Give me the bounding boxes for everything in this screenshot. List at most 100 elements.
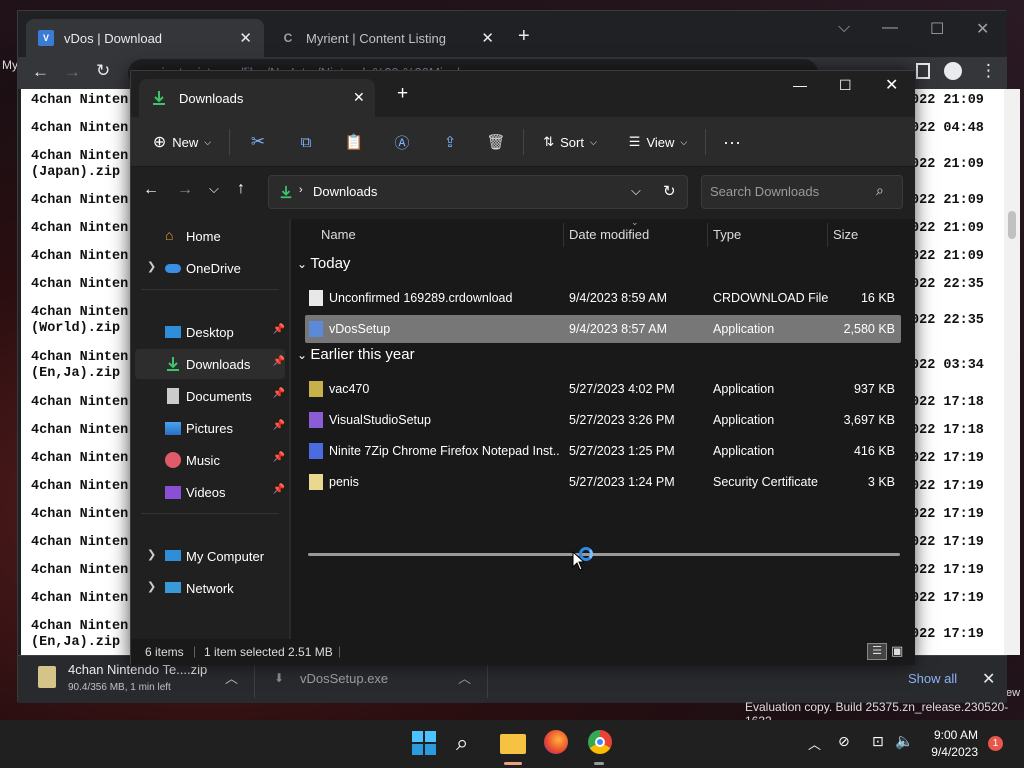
maximize-icon[interactable]: ☐ [839,77,852,94]
volume-icon[interactable]: 🔈 [895,732,914,750]
network-status-icon[interactable]: ⊘ [838,733,850,750]
listing-file-name-cont[interactable]: (World).zip [31,321,120,337]
scrollbar-thumb[interactable] [1008,211,1016,239]
reload-icon[interactable]: ↻ [96,61,110,81]
copy-icon[interactable]: ⧉ [291,127,321,157]
profile-avatar-icon[interactable] [944,62,962,80]
paste-icon[interactable]: 📋 [339,127,369,157]
up-icon[interactable]: ↑ [237,180,245,198]
search-input[interactable]: Search Downloads ⌕ [701,175,903,209]
listing-file-name[interactable]: 4chan Ninten [31,479,128,495]
minimize-icon[interactable]: — [882,19,898,37]
sidebar-item-my-computer[interactable]: ❯ My Computer [135,541,285,571]
recent-locations-icon[interactable]: ⌵ [209,181,219,197]
listing-file-name[interactable]: 4chan Ninten [31,563,128,579]
chevron-right-icon[interactable]: ❯ [147,260,156,273]
close-tab-icon[interactable]: ✕ [353,89,365,106]
group-header[interactable]: ⌄ Today [297,255,350,272]
sort-button[interactable]: ⇅ Sort ⌵ [537,127,603,157]
sidebar-item-desktop[interactable]: Desktop 📌 [135,317,285,347]
share-icon[interactable]: ⇪ [435,127,465,157]
close-tab-icon[interactable]: ✕ [481,29,494,47]
page-scrollbar[interactable] [1004,89,1020,655]
close-window-icon[interactable]: ✕ [976,19,989,39]
cut-icon[interactable]: ✂ [243,127,273,157]
clock[interactable]: 9:00 AM 9/4/2023 [928,728,978,759]
details-view-icon[interactable]: ☰ [867,643,887,660]
chevron-right-icon[interactable]: ❯ [147,548,156,561]
chevron-right-icon[interactable]: ❯ [147,580,156,593]
close-tab-icon[interactable]: ✕ [239,29,252,47]
rename-icon[interactable]: Ⓐ [387,127,417,157]
file-row[interactable]: penis 5/27/2023 1:24 PM Security Certifica… [305,468,901,496]
tab-vdos-download[interactable]: V vDos | Download ✕ [26,19,264,57]
listing-file-name[interactable]: 4chan Ninten [31,350,128,366]
close-downloads-icon[interactable]: ✕ [982,669,995,689]
sidebar-item-documents[interactable]: Documents 📌 [135,381,285,411]
group-header[interactable]: ⌄ Earlier this year [297,346,415,363]
tab-search-icon[interactable]: ⌵ [838,19,850,37]
explorer-address-bar[interactable]: › Downloads ⌵ ↻ [268,175,688,209]
chevron-up-icon[interactable]: ︿ [225,668,238,687]
file-row[interactable]: Unconfirmed 169289.crdownload 9/4/2023 8:… [305,284,901,312]
horizontal-scrollbar[interactable] [308,553,900,556]
listing-file-name[interactable]: 4chan Ninten [31,451,128,467]
pin-icon[interactable]: 📌 [273,420,285,431]
sidebar-item-music[interactable]: Music 📌 [135,445,285,475]
listing-file-name[interactable]: 4chan Ninten [31,395,128,411]
listing-file-name[interactable]: 4chan Ninten [31,121,128,137]
menu-kebab-icon[interactable]: ⋮ [980,61,997,81]
back-icon[interactable]: ← [32,62,49,82]
listing-file-name[interactable]: 4chan Ninten [31,193,128,209]
minimize-icon[interactable]: — [793,77,807,93]
file-row[interactable]: Ninite 7Zip Chrome Firefox Notepad Inst.… [305,437,901,465]
refresh-icon[interactable]: ↻ [663,182,676,200]
sidebar-item-videos[interactable]: Videos 📌 [135,477,285,507]
tiles-view-icon[interactable]: ▣ [891,643,907,660]
listing-file-name[interactable]: 4chan Ninten [31,221,128,237]
delete-icon[interactable]: 🗑 [481,127,511,157]
listing-file-name[interactable]: 4chan Ninten [31,277,128,293]
more-options-icon[interactable]: ··· [717,127,747,157]
new-button[interactable]: ⊕ New ⌵ [149,127,215,157]
download-item-name[interactable]: vDosSetup.exe [300,671,388,686]
new-tab-icon[interactable]: + [518,25,530,48]
show-hidden-icons-icon[interactable]: ︿ [808,734,821,753]
pin-icon[interactable]: 📌 [273,484,285,495]
file-row[interactable]: VisualStudioSetup 5/27/2023 3:26 PM Applic… [305,406,901,434]
listing-file-name-cont[interactable]: (En,Ja).zip [31,635,120,651]
listing-file-name[interactable]: 4chan Ninten [31,535,128,551]
pin-icon[interactable]: 📌 [273,388,285,399]
sidebar-item-downloads[interactable]: Downloads 📌 [135,349,285,379]
pin-icon[interactable]: 📌 [273,356,285,367]
listing-file-name[interactable]: 4chan Ninten [31,507,128,523]
chevron-down-icon[interactable]: ⌄ [297,257,310,271]
listing-file-name[interactable]: 4chan Ninten [31,249,128,265]
explorer-tab-downloads[interactable]: Downloads ✕ [139,79,375,117]
monitor-icon[interactable]: ⊡ [872,733,884,750]
sidebar-item-home[interactable]: ⌂ Home [135,221,285,251]
file-row[interactable]: vDosSetup 9/4/2023 8:57 AM Application 2,58… [305,315,901,343]
view-button[interactable]: ☰ View ⌵ [623,127,693,157]
start-button[interactable] [411,730,439,758]
file-explorer-taskbar-icon[interactable] [500,730,528,758]
forward-icon[interactable]: → [64,62,81,82]
breadcrumb-downloads[interactable]: Downloads [313,184,377,199]
listing-file-name[interactable]: 4chan Ninten [31,93,128,109]
show-all-link[interactable]: Show all [908,671,957,686]
listing-file-name-cont[interactable]: (En,Ja).zip [31,366,120,382]
notification-badge[interactable]: 1 [988,736,1003,751]
chevron-down-icon[interactable]: ⌵ [631,183,641,199]
listing-file-name[interactable]: 4chan Ninten [31,591,128,607]
chevron-down-icon[interactable]: ⌄ [297,348,310,362]
search-icon[interactable]: ⌕ [456,730,484,758]
new-tab-icon[interactable]: + [397,83,408,105]
firefox-icon[interactable] [544,730,572,758]
maximize-icon[interactable]: ☐ [930,19,944,39]
sidebar-item-network[interactable]: ❯ Network [135,573,285,603]
chevron-up-icon[interactable]: ︿ [458,668,471,687]
chrome-icon[interactable] [588,730,616,758]
file-row[interactable]: vac470 5/27/2023 4:02 PM Application 937 KB [305,375,901,403]
back-icon[interactable]: ← [143,181,159,199]
tab-myrient-listing[interactable]: C Myrient | Content Listing ✕ [268,19,506,57]
